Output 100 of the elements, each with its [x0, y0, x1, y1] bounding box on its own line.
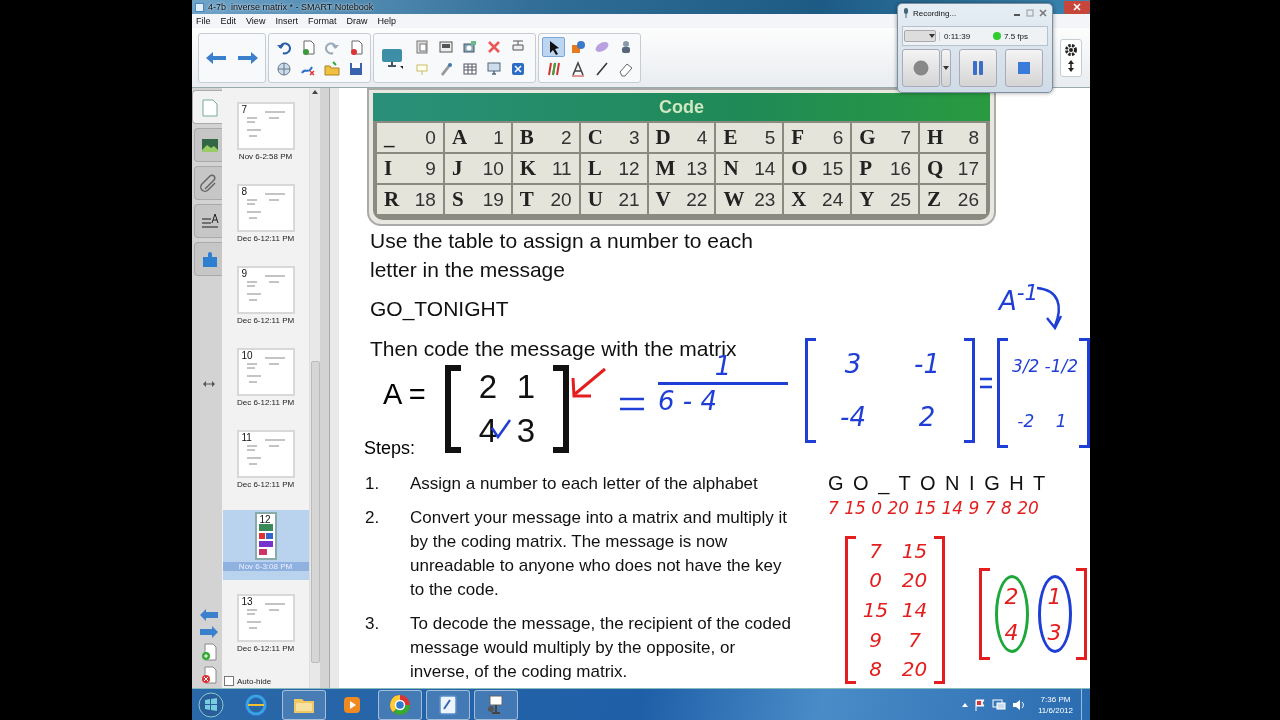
- previous-page-icon[interactable]: [200, 609, 218, 621]
- menu-item[interactable]: Insert: [275, 16, 298, 26]
- settings-icon[interactable]: [1064, 42, 1078, 57]
- handwritten-entry: 2: [918, 401, 936, 432]
- dropdown-caret-icon[interactable]: [929, 34, 935, 38]
- handwritten-entry: 0: [869, 568, 882, 593]
- table-header: Code: [373, 93, 990, 121]
- menu-item[interactable]: Draw: [346, 16, 368, 26]
- code-letter: K: [519, 156, 537, 181]
- code-number: 2: [561, 126, 572, 149]
- code-letter: O: [791, 156, 808, 181]
- menu-item[interactable]: Help: [377, 16, 396, 26]
- start-orb-icon[interactable]: [198, 691, 224, 718]
- step-text: Assign a number to each letter of the alphabet: [410, 473, 758, 495]
- sidebar-tab[interactable]: [194, 128, 222, 162]
- open-folder-icon[interactable]: [323, 60, 340, 77]
- flag-icon[interactable]: [974, 698, 986, 711]
- matrix-entry: 2: [478, 368, 498, 406]
- code-number: 24: [822, 188, 844, 211]
- handwritten-entry: -1: [914, 349, 940, 380]
- handwritten-entry: 4: [1004, 619, 1019, 645]
- page-thumbnail[interactable]: 7: [236, 102, 295, 150]
- page-thumbnail[interactable]: 11: [236, 430, 295, 478]
- full-screen-icon[interactable]: [509, 60, 526, 77]
- handwritten-entry: -2: [1017, 410, 1035, 431]
- paste-icon[interactable]: [413, 38, 430, 55]
- code-letter: E: [723, 125, 738, 150]
- handwritten-text: 7 15 0 20 15 14 9 7 8 20: [828, 498, 1039, 518]
- code-number: 11: [551, 157, 572, 180]
- menu-item[interactable]: View: [246, 16, 266, 26]
- code-number: 1: [493, 126, 504, 149]
- sidebar-tab[interactable]: [194, 166, 222, 200]
- steps-heading: Steps:: [364, 438, 416, 459]
- web-page-icon[interactable]: [275, 60, 292, 77]
- delete-page-icon[interactable]: [201, 666, 217, 684]
- code-letter: R: [384, 187, 400, 212]
- code-number: 10: [482, 157, 504, 180]
- add-page-icon[interactable]: [201, 643, 217, 661]
- matrix-entry: 3: [516, 412, 536, 450]
- handwritten-entry: 7: [908, 627, 921, 652]
- code-number: 17: [957, 157, 979, 180]
- save-icon[interactable]: [347, 60, 364, 77]
- page-number: 8: [241, 186, 248, 197]
- screen-shade-icon[interactable]: [437, 38, 454, 55]
- step-number: 2.: [365, 507, 381, 529]
- sidebar-tab[interactable]: [192, 90, 222, 124]
- menu-item[interactable]: Format: [307, 16, 337, 26]
- back-arrow-icon[interactable]: [205, 50, 227, 65]
- source-dropdown[interactable]: [904, 30, 936, 42]
- camera-icon[interactable]: [461, 38, 478, 55]
- next-page-icon[interactable]: [200, 626, 218, 638]
- record-icon[interactable]: [913, 60, 929, 76]
- network-icon[interactable]: [992, 698, 1006, 711]
- clock-date[interactable]: 11/6/2012: [1038, 704, 1073, 716]
- dropdown-caret-icon[interactable]: [943, 66, 949, 70]
- round-logo-icon[interactable]: [388, 692, 412, 717]
- window-title: 4-7b inverse matrix * - SMART Notebook: [208, 2, 374, 12]
- forward-arrow-icon[interactable]: [237, 50, 259, 65]
- globe-icon[interactable]: [244, 692, 268, 717]
- pens-icon[interactable]: [545, 60, 562, 77]
- text-icon[interactable]: [569, 60, 586, 77]
- table-icon[interactable]: [461, 60, 478, 77]
- handwritten-entry: 2: [1004, 583, 1019, 609]
- notepad-icon[interactable]: [436, 692, 460, 717]
- scrollbar-thumb[interactable]: [310, 361, 320, 663]
- code-letter: J: [451, 156, 463, 181]
- matrix-label: A =: [383, 378, 426, 411]
- page-date: Dec 6-12:11 PM: [236, 316, 295, 325]
- code-number: 20: [550, 188, 572, 211]
- page-thumbnail[interactable]: 12: [254, 512, 277, 560]
- display-icon[interactable]: [485, 60, 502, 77]
- close-icon[interactable]: [1038, 9, 1048, 17]
- page-thumbnail[interactable]: 13: [236, 594, 295, 642]
- sidebar-tab[interactable]: [194, 242, 222, 276]
- code-letter: M: [655, 156, 676, 181]
- speaker-icon[interactable]: [1012, 698, 1026, 711]
- pause-icon[interactable]: [972, 60, 984, 76]
- code-number: 16: [889, 157, 912, 180]
- clock-time[interactable]: 7:36 PM: [1040, 693, 1071, 705]
- code-number: 22: [686, 188, 708, 211]
- page-thumbnail[interactable]: 10: [236, 348, 295, 396]
- auto-hide-checkbox[interactable]: [224, 676, 234, 686]
- code-number: 23: [754, 188, 776, 211]
- page-thumbnail[interactable]: 8: [236, 184, 295, 232]
- delete-icon[interactable]: [485, 38, 502, 55]
- menu-item[interactable]: Edit: [220, 16, 237, 26]
- frame-rate: 7.5 fps: [1004, 31, 1028, 41]
- line-icon[interactable]: [593, 60, 610, 77]
- fill-icon[interactable]: [569, 38, 586, 55]
- menu-item[interactable]: File: [196, 16, 211, 26]
- code-number: 18: [414, 188, 436, 211]
- page-number: 10: [241, 350, 253, 361]
- handwritten-text: A$^{-1}$: [999, 280, 1039, 316]
- code-number: 25: [889, 188, 912, 211]
- page-number: 7: [241, 104, 248, 115]
- page-thumbnail[interactable]: 9: [236, 266, 295, 314]
- sidebar-tab[interactable]: [194, 204, 222, 238]
- step-number: 3.: [365, 613, 381, 635]
- resize-arrows-icon[interactable]: [203, 380, 215, 388]
- show-hidden-icons-icon[interactable]: [962, 702, 968, 707]
